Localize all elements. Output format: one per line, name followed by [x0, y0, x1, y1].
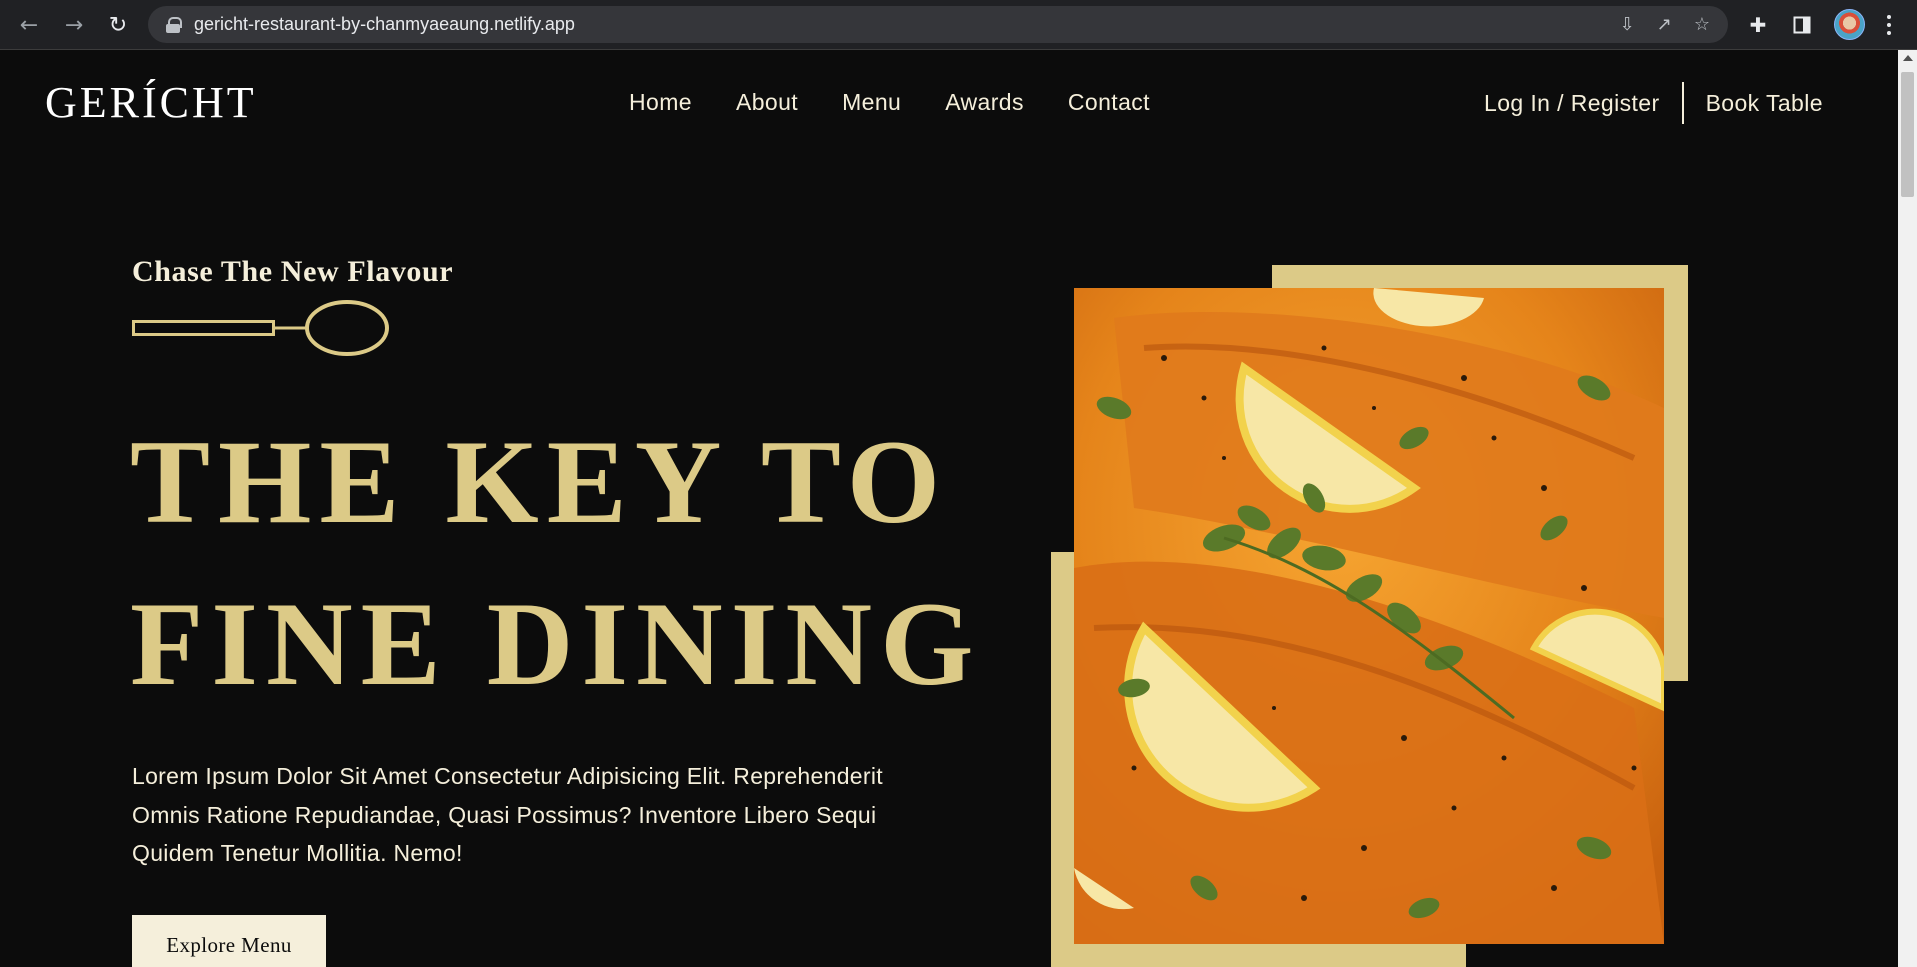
book-table-link[interactable]: Book Table	[1706, 90, 1823, 117]
page-scrollbar[interactable]	[1898, 50, 1917, 967]
nav-divider	[1681, 82, 1684, 124]
main-nav: Home About Menu Awards Contact	[629, 89, 1194, 116]
scroll-up-icon[interactable]	[1903, 55, 1913, 61]
nav-awards[interactable]: Awards	[945, 89, 1024, 116]
hero-body-text: Lorem Ipsum Dolor Sit Amet Consectetur A…	[132, 763, 883, 866]
profile-avatar[interactable]	[1834, 9, 1865, 40]
browser-toolbar: ← → ↻ gericht-restaurant-by-chanmyaeaung…	[0, 0, 1917, 50]
site-logo[interactable]: GERÍCHT	[45, 77, 257, 128]
arrow-left-icon[interactable]: ←	[14, 10, 44, 40]
headline-line-2: FINE DINING	[130, 577, 982, 710]
bookmark-star-icon[interactable]: ☆	[1694, 14, 1710, 35]
nav-home[interactable]: Home	[629, 89, 692, 116]
hero-headline: THE KEY TO FINE DINING	[130, 401, 981, 725]
extensions-puzzle-icon[interactable]: ✚	[1743, 10, 1773, 40]
side-panel-icon[interactable]	[1787, 10, 1817, 40]
nav-contact[interactable]: Contact	[1068, 89, 1150, 116]
arrow-right-icon[interactable]: →	[59, 10, 89, 40]
url-text[interactable]: gericht-restaurant-by-chanmyaeaung.netli…	[194, 14, 575, 35]
scrollbar-thumb[interactable]	[1901, 72, 1914, 197]
explore-menu-button[interactable]: Explore Menu	[132, 915, 326, 967]
hero-food-image	[1074, 288, 1664, 944]
reload-icon[interactable]: ↻	[103, 10, 133, 40]
webpage: GERÍCHT Home About Menu Awards Contact L…	[0, 51, 1898, 967]
hero-subtitle: Chase The New Flavour	[132, 255, 454, 288]
share-icon[interactable]: ↗	[1657, 14, 1672, 35]
browser-menu-icon[interactable]	[1884, 10, 1894, 40]
spoon-divider-icon	[132, 300, 389, 356]
headline-line-1: THE KEY TO	[130, 415, 949, 548]
install-app-icon[interactable]: ⇩	[1620, 14, 1635, 35]
account-links: Log In / Register Book Table	[1484, 81, 1823, 125]
address-bar[interactable]: gericht-restaurant-by-chanmyaeaung.netli…	[148, 6, 1728, 43]
nav-menu[interactable]: Menu	[842, 89, 901, 116]
lock-icon	[166, 16, 182, 33]
nav-about[interactable]: About	[736, 89, 798, 116]
login-register-link[interactable]: Log In / Register	[1484, 90, 1660, 117]
